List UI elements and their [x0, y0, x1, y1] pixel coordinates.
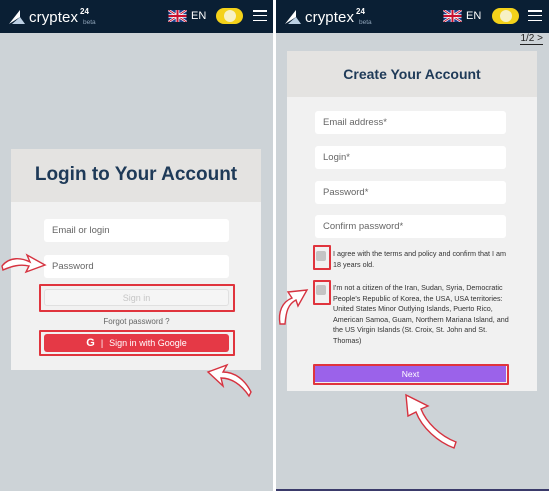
arrow-to-checkboxes-icon	[278, 289, 309, 325]
hamburger-menu-icon[interactable]	[528, 10, 542, 22]
arrow-to-next-icon	[405, 393, 457, 449]
citizenship-checkbox-highlight	[313, 280, 331, 305]
password-input[interactable]: Password	[44, 255, 229, 278]
google-highlight	[39, 330, 235, 356]
forgot-password-link[interactable]: Forgot password ?	[44, 317, 229, 326]
email-address-input[interactable]: Email address*	[315, 111, 506, 134]
password-input[interactable]: Password*	[315, 181, 506, 204]
uk-flag-icon[interactable]	[443, 10, 462, 22]
brand-name: cryptex	[29, 8, 79, 26]
arrow-to-password-icon	[1, 253, 47, 274]
cryptex-logo-icon	[9, 10, 25, 24]
login-screen: cryptex 24 beta EN Login to Your Account…	[0, 0, 273, 491]
theme-toggle[interactable]	[216, 8, 243, 24]
register-card: Create Your Account Email address* Login…	[287, 51, 537, 391]
arrow-to-google-icon	[206, 363, 252, 398]
top-navbar: cryptex 24 beta EN	[276, 0, 549, 33]
register-screen: cryptex 24 beta EN 1/2 > Create Your Acc…	[276, 0, 549, 491]
login-input[interactable]: Login*	[315, 146, 506, 169]
brand-tag: beta	[359, 19, 372, 26]
theme-toggle[interactable]	[492, 8, 519, 24]
terms-checkbox-highlight	[313, 245, 331, 270]
login-card-header: Login to Your Account	[11, 149, 261, 202]
register-card-header: Create Your Account	[287, 51, 537, 97]
toggle-knob	[500, 10, 512, 22]
language-label[interactable]: EN	[191, 10, 206, 22]
toggle-knob	[224, 10, 236, 22]
confirm-password-input[interactable]: Confirm password*	[315, 215, 506, 238]
brand-logo[interactable]: cryptex 24 beta	[284, 6, 372, 28]
uk-flag-icon[interactable]	[168, 10, 187, 22]
language-label[interactable]: EN	[466, 10, 481, 22]
brand-name: cryptex	[305, 8, 355, 26]
brand-logo[interactable]: cryptex 24 beta	[8, 6, 96, 28]
register-title: Create Your Account	[343, 66, 481, 82]
email-or-login-input[interactable]: Email or login	[44, 219, 229, 242]
brand-superscript: 24	[356, 7, 365, 16]
terms-label: I agree with the terms and policy and co…	[333, 249, 506, 269]
next-button-highlight	[313, 364, 509, 385]
brand-superscript: 24	[80, 7, 89, 16]
login-title: Login to Your Account	[34, 164, 238, 185]
top-navbar: cryptex 24 beta EN	[0, 0, 273, 33]
citizenship-label: I'm not a citizen of the Iran, Sudan, Sy…	[333, 283, 509, 345]
step-indicator[interactable]: 1/2 >	[520, 33, 543, 45]
cryptex-logo-icon	[285, 10, 301, 24]
sign-in-highlight	[39, 284, 235, 312]
brand-tag: beta	[83, 19, 96, 26]
hamburger-menu-icon[interactable]	[253, 10, 267, 22]
